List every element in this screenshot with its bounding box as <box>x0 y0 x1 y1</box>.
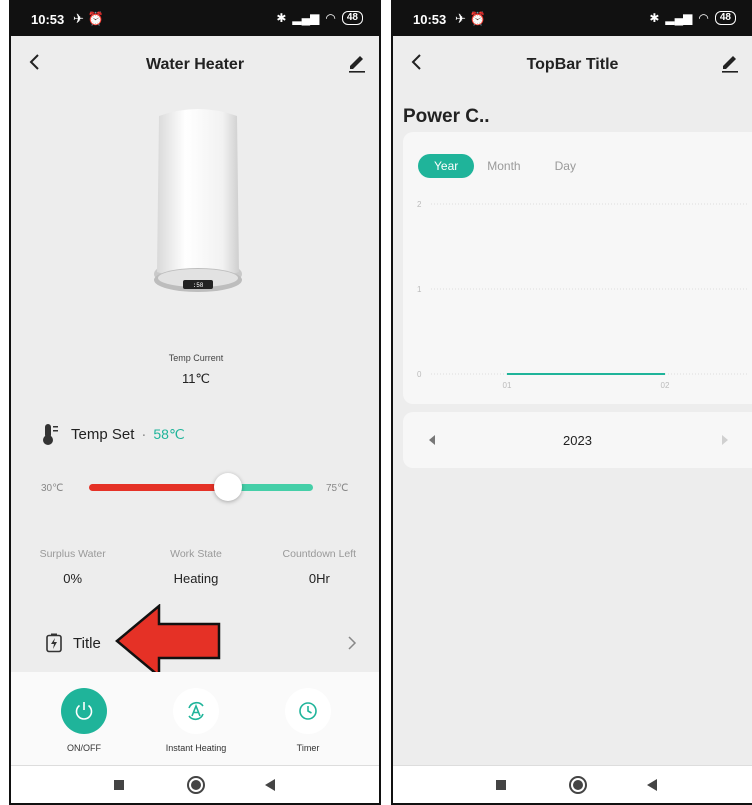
section-title: Power C.. <box>403 106 490 127</box>
battery-bolt-icon <box>46 633 62 653</box>
status-system-icons: ✱ ▂▄▆ ◠ 48 <box>276 11 363 25</box>
edit-icon[interactable] <box>345 50 369 74</box>
y-tick-label: 0 <box>417 370 422 379</box>
control-panel: ON/OFF Instant Heating Timer <box>11 672 379 768</box>
chart-card: Year Month Day 2 1 0 01 02 <box>403 132 752 404</box>
on-off-label: ON/OFF <box>67 743 101 753</box>
year-value: 2023 <box>563 433 592 448</box>
system-nav-bar <box>11 765 379 803</box>
bluetooth-icon: ✱ <box>649 11 660 25</box>
x-tick-label: 01 <box>503 381 512 390</box>
water-heater-screen: 10:53 ✈ ⏰ ✱ ▂▄▆ ◠ 48 Water Heater :58 Te… <box>9 0 381 805</box>
instant-heating-icon <box>188 701 204 721</box>
status-notification-icons: ✈ ⏰ <box>73 11 104 26</box>
stat-value: Heating <box>173 571 219 586</box>
wifi-icon: ◠ <box>698 11 709 25</box>
clock-icon <box>299 702 317 720</box>
bluetooth-icon: ✱ <box>276 11 287 25</box>
top-bar: Water Heater <box>11 36 379 92</box>
status-time: 10:53 <box>31 12 65 27</box>
stat-work-state: Work State Heating <box>134 548 257 586</box>
svg-text::58: :58 <box>193 282 204 289</box>
slider-max-label: 75℃ <box>326 483 349 494</box>
signal-icon: ▂▄▆ <box>665 11 693 25</box>
stat-label: Work State <box>170 548 222 560</box>
timer-button[interactable] <box>285 688 331 734</box>
system-back-icon[interactable] <box>647 779 657 791</box>
temp-set-separator: · <box>141 425 147 443</box>
status-system-icons: ✱ ▂▄▆ ◠ 48 <box>649 11 736 25</box>
system-back-icon[interactable] <box>265 779 275 791</box>
instant-heating-button[interactable] <box>173 688 219 734</box>
status-time: 10:53 <box>413 12 447 27</box>
battery-icon: 48 <box>714 11 736 25</box>
temp-set-label: Temp Set <box>71 425 135 443</box>
power-consumption-screen: 10:53 ✈ ⏰ ✱ ▂▄▆ ◠ 48 TopBar Title Power … <box>391 0 752 805</box>
stat-surplus-water: Surplus Water 0% <box>11 548 134 586</box>
temperature-slider-thumb[interactable] <box>214 473 243 501</box>
recents-icon[interactable] <box>496 780 506 790</box>
edit-icon[interactable] <box>718 50 742 74</box>
slider-track-low[interactable] <box>89 484 233 491</box>
status-bar: 10:53 ✈ ⏰ ✱ ▂▄▆ ◠ 48 <box>11 2 379 36</box>
page-title: TopBar Title <box>526 56 619 73</box>
stats-row: Surplus Water 0% Work State Heating Coun… <box>11 548 379 586</box>
next-year-icon[interactable] <box>722 435 728 445</box>
timer-label: Timer <box>296 743 320 753</box>
temp-current-label: Temp Current <box>168 353 224 363</box>
wifi-icon: ◠ <box>325 11 336 25</box>
chevron-right-icon <box>348 636 357 650</box>
on-off-control[interactable]: ON/OFF <box>39 688 129 753</box>
tab-month[interactable]: Month <box>487 159 520 173</box>
temp-current-value: 11℃ <box>181 371 211 386</box>
timer-control[interactable]: Timer <box>263 688 353 753</box>
status-bar: 10:53 ✈ ⏰ ✱ ▂▄▆ ◠ 48 <box>393 2 752 36</box>
red-arrow-icon <box>115 604 221 678</box>
temp-set-value: 58℃ <box>153 425 185 442</box>
top-bar: TopBar Title <box>393 36 752 92</box>
year-selector: 2023 <box>403 412 752 468</box>
power-chart: 2 1 0 01 02 <box>417 200 748 390</box>
stat-label: Countdown Left <box>282 548 357 560</box>
recents-icon[interactable] <box>114 780 124 790</box>
water-heater-image: :58 <box>154 109 242 292</box>
tab-year[interactable]: Year <box>418 154 475 178</box>
y-tick-label: 1 <box>417 285 422 294</box>
x-tick-label: 02 <box>661 381 670 390</box>
instant-heating-control[interactable]: Instant Heating <box>151 688 241 753</box>
system-nav-bar <box>393 765 752 803</box>
power-icon <box>75 702 93 720</box>
home-icon[interactable] <box>569 776 587 794</box>
page-title: Water Heater <box>145 56 245 73</box>
stat-value: 0Hr <box>308 571 330 586</box>
battery-icon: 48 <box>341 11 363 25</box>
status-notification-icons: ✈ ⏰ <box>455 11 486 26</box>
stat-countdown-left: Countdown Left 0Hr <box>258 548 379 586</box>
home-icon[interactable] <box>187 776 205 794</box>
stat-value: 0% <box>63 571 83 586</box>
y-tick-label: 2 <box>417 200 422 209</box>
on-off-button[interactable] <box>61 688 107 734</box>
slider-min-label: 30℃ <box>41 483 64 494</box>
signal-icon: ▂▄▆ <box>292 11 320 25</box>
thermometer-icon <box>43 424 58 445</box>
tab-day[interactable]: Day <box>555 159 576 173</box>
period-tabs: Year Month Day <box>418 154 610 178</box>
stat-label: Surplus Water <box>39 548 106 560</box>
temp-set-row: Temp Set · 58℃ <box>41 422 185 446</box>
instant-heating-label: Instant Heating <box>165 743 227 753</box>
